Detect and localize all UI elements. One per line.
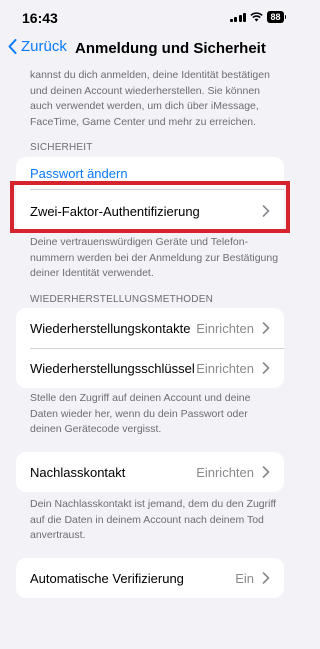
change-password-label: Passwort ändern — [30, 165, 128, 181]
chevron-right-icon — [262, 362, 270, 374]
recovery-contacts-label: Wiederherstellungskontakte — [30, 320, 191, 336]
security-group: Passwort ändern Zwei-Faktor-Authentifizi… — [16, 157, 284, 233]
legacy-contact-label: Nachlasskontakt — [30, 464, 126, 480]
chevron-right-icon — [262, 322, 270, 334]
legacy-footer: Dein Nachlasskontakt ist jemand, dem du … — [30, 498, 277, 541]
recovery-contacts-value: Einrichten — [196, 320, 254, 336]
back-button[interactable]: Zurück — [8, 38, 67, 55]
recovery-footer: Stelle den Zugriff auf deinen Account un… — [30, 392, 251, 435]
automatic-verification-label: Automatische Verifizierung — [30, 570, 184, 586]
cellular-signal-icon — [229, 12, 247, 22]
chevron-right-icon — [262, 205, 270, 217]
battery-cap — [284, 15, 286, 19]
status-time: 16:43 — [22, 10, 58, 26]
wifi-icon — [250, 12, 264, 22]
change-password-button[interactable]: Passwort ändern — [16, 157, 284, 189]
recovery-key-row[interactable]: Wiederherstellungsschlüssel Einrichten — [16, 348, 284, 388]
recovery-contacts-row[interactable]: Wiederherstellungskontakte Einrichten — [16, 308, 284, 348]
back-label: Zurück — [21, 38, 67, 55]
navigation-bar: Zurück Anmeldung und Sicherheit — [0, 34, 300, 66]
recovery-key-label: Wiederherstellungsschlüssel — [30, 360, 195, 376]
battery-icon: 88 — [267, 11, 284, 23]
status-icons: 88 — [229, 11, 286, 23]
legacy-contact-value: Einrichten — [196, 464, 254, 480]
legacy-group: Nachlasskontakt Einrichten — [16, 452, 284, 492]
two-factor-label: Zwei-Faktor-Authentifizierung — [30, 203, 200, 219]
page-title: Anmeldung und Sicherheit — [75, 40, 266, 57]
recovery-key-value: Einrichten — [196, 360, 254, 376]
chevron-right-icon — [262, 572, 270, 584]
recovery-group: Wiederherstellungskontakte Einrichten Wi… — [16, 308, 284, 388]
automatic-verification-row[interactable]: Automatische Verifizierung Ein — [16, 558, 284, 598]
account-info-note: kannst du dich anmelden, deine Identität… — [30, 69, 270, 128]
legacy-contact-row[interactable]: Nachlasskontakt Einrichten — [16, 452, 284, 492]
two-factor-authentication-row[interactable]: Zwei-Faktor-Authentifizierung — [16, 189, 284, 233]
recovery-section-header: WIEDERHERSTELLUNGSMETHODEN — [30, 294, 213, 305]
automatic-verification-value: Ein — [235, 570, 254, 586]
status-bar: 16:43 88 — [0, 0, 300, 34]
verification-group: Automatische Verifizierung Ein — [16, 558, 284, 598]
chevron-left-icon — [8, 39, 17, 54]
security-footer: Deine vertrauenswürdigen Geräte und Tele… — [30, 236, 279, 279]
security-section-header: SICHERHEIT — [30, 142, 93, 153]
chevron-right-icon — [262, 466, 270, 478]
